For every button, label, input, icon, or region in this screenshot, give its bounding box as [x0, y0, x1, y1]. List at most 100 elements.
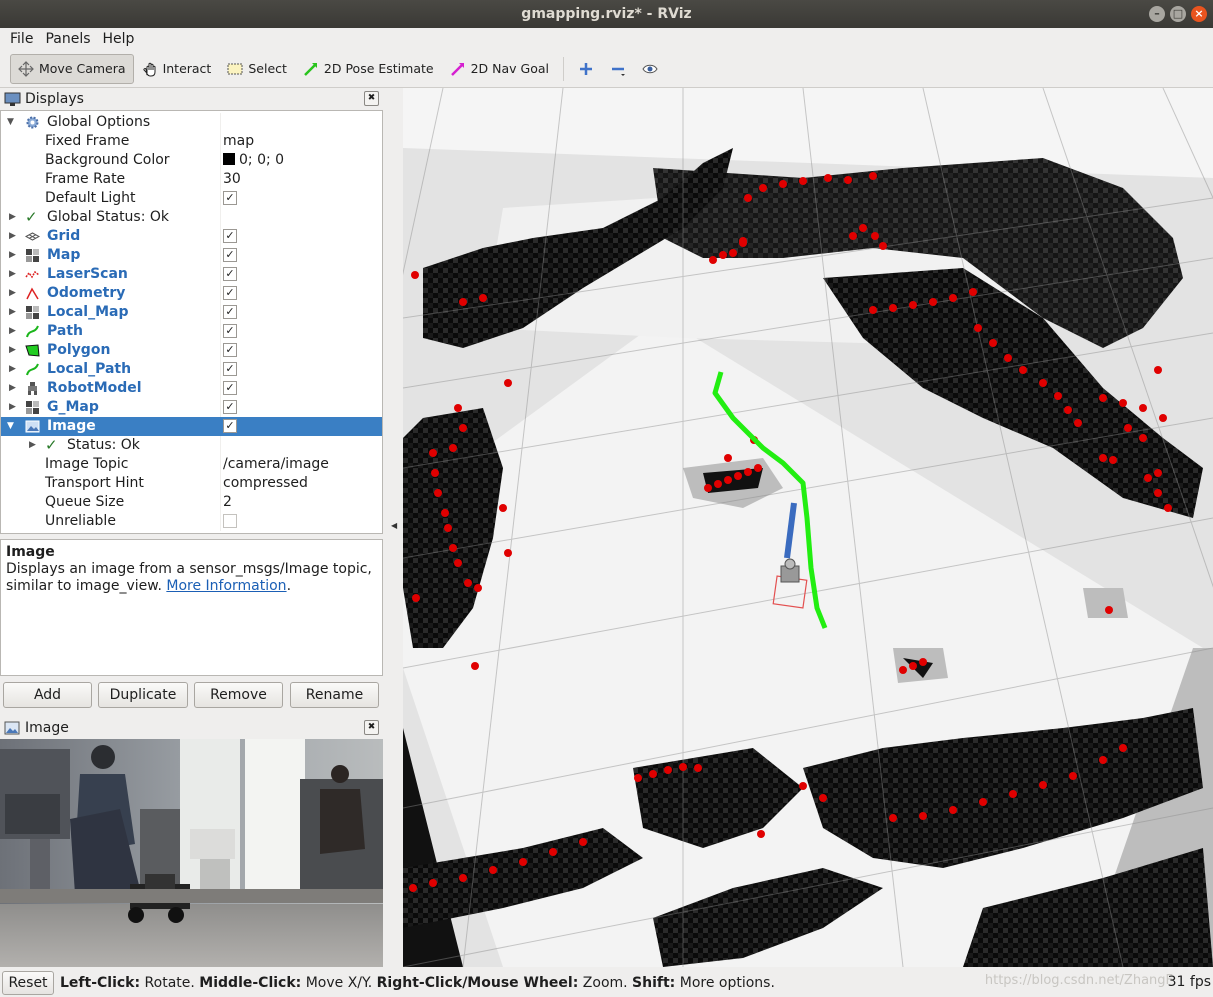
pose-estimate-tool[interactable]: 2D Pose Estimate	[295, 54, 442, 84]
hint-key: Middle-Click:	[199, 975, 302, 991]
tree-row-g-map[interactable]: ▶ G_Map ✓	[1, 398, 382, 417]
expand-arrow-icon[interactable]: ▶	[9, 360, 19, 379]
image-checkbox[interactable]: ✓	[223, 419, 237, 433]
interact-label: Interact	[162, 61, 212, 76]
expand-arrow-icon[interactable]: ▶	[9, 265, 19, 284]
tree-label: Frame Rate	[45, 171, 126, 187]
tree-row-local-path[interactable]: ▶ Local_Path ✓	[1, 360, 382, 379]
collapse-left-icon[interactable]: ◀	[391, 521, 397, 530]
move-camera-label: Move Camera	[39, 61, 126, 76]
expand-arrow-icon[interactable]: ▶	[9, 208, 19, 227]
tree-row-background-color[interactable]: Background Color 0; 0; 0	[1, 151, 382, 170]
odometry-icon	[25, 286, 40, 301]
grid-icon	[24, 229, 41, 244]
rename-button[interactable]: Rename	[290, 682, 379, 708]
toolbar-separator	[563, 56, 564, 81]
tree-row-map[interactable]: ▶ Map ✓	[1, 246, 382, 265]
robot-icon	[25, 381, 40, 396]
select-label: Select	[248, 61, 287, 76]
g-map-checkbox[interactable]: ✓	[223, 400, 237, 414]
background-color-value[interactable]: 0; 0; 0	[223, 151, 284, 170]
camera-image-view[interactable]	[0, 739, 383, 967]
add-button[interactable]: Add	[3, 682, 92, 708]
tree-row-polygon[interactable]: ▶ Polygon ✓	[1, 341, 382, 360]
grid-checkbox[interactable]: ✓	[223, 229, 237, 243]
tree-label: LaserScan	[47, 266, 128, 282]
tree-row-global-options[interactable]: ▼ Global Options	[1, 113, 382, 132]
expand-arrow-icon[interactable]: ▶	[9, 341, 19, 360]
render-viewport-3d[interactable]	[403, 88, 1213, 967]
menu-help[interactable]: Help	[97, 28, 141, 50]
expand-arrow-icon[interactable]: ▶	[9, 303, 19, 322]
fixed-frame-value[interactable]: map	[223, 132, 254, 151]
more-information-link[interactable]: More Information	[166, 578, 286, 594]
maximize-icon[interactable]: □	[1170, 6, 1186, 22]
local-map-checkbox[interactable]: ✓	[223, 305, 237, 319]
select-tool[interactable]: Select	[219, 54, 295, 84]
tree-row-queue-size[interactable]: Queue Size 2	[1, 493, 382, 512]
remove-button[interactable]: Remove	[194, 682, 283, 708]
view-tool-button[interactable]	[634, 54, 666, 84]
expand-arrow-icon[interactable]: ▶	[9, 398, 19, 417]
tree-row-laserscan[interactable]: ▶ LaserScan ✓	[1, 265, 382, 284]
tree-label: Image Topic	[45, 456, 129, 472]
display-buttons: Add Duplicate Remove Rename	[0, 681, 383, 709]
tree-label: Local_Path	[47, 361, 132, 377]
tree-label: Fixed Frame	[45, 133, 130, 149]
tree-row-image-topic[interactable]: Image Topic /camera/image	[1, 455, 382, 474]
panel-splitter[interactable]: ◀	[387, 88, 403, 967]
image-topic-value[interactable]: /camera/image	[223, 455, 329, 474]
collapse-arrow-icon[interactable]: ▼	[7, 113, 17, 132]
tree-row-image[interactable]: ▼ Image ✓	[1, 417, 382, 436]
frame-rate-value[interactable]: 30	[223, 170, 241, 189]
tree-row-transport-hint[interactable]: Transport Hint compressed	[1, 474, 382, 493]
queue-size-value[interactable]: 2	[223, 493, 232, 512]
nav-goal-tool[interactable]: 2D Nav Goal	[442, 54, 557, 84]
color-swatch	[223, 153, 235, 165]
displays-panel-header: Displays ✖	[0, 88, 383, 110]
panel-close-icon[interactable]: ✖	[364, 91, 379, 106]
expand-arrow-icon[interactable]: ▶	[9, 246, 19, 265]
menu-file[interactable]: File	[4, 28, 39, 50]
tree-row-default-light[interactable]: Default Light ✓	[1, 189, 382, 208]
tree-label: Map	[47, 247, 81, 263]
tree-row-grid[interactable]: ▶ Grid ✓	[1, 227, 382, 246]
tree-row-fixed-frame[interactable]: Fixed Frame map	[1, 132, 382, 151]
add-tool-button[interactable]	[570, 54, 602, 84]
map-checkbox[interactable]: ✓	[223, 248, 237, 262]
tree-row-image-status[interactable]: ▶ ✓ Status: Ok	[1, 436, 382, 455]
tree-row-robotmodel[interactable]: ▶ RobotModel ✓	[1, 379, 382, 398]
close-icon[interactable]: ×	[1191, 6, 1207, 22]
local-path-checkbox[interactable]: ✓	[223, 362, 237, 376]
expand-arrow-icon[interactable]: ▶	[9, 284, 19, 303]
minimize-icon[interactable]: –	[1149, 6, 1165, 22]
tree-label: Status: Ok	[67, 437, 140, 453]
tree-row-unreliable[interactable]: Unreliable	[1, 512, 382, 531]
reset-button[interactable]: Reset	[2, 971, 54, 995]
tree-row-local-map[interactable]: ▶ Local_Map ✓	[1, 303, 382, 322]
expand-arrow-icon[interactable]: ▶	[9, 322, 19, 341]
path-checkbox[interactable]: ✓	[223, 324, 237, 338]
menu-panels[interactable]: Panels	[39, 28, 96, 50]
expand-arrow-icon[interactable]: ▶	[9, 379, 19, 398]
move-camera-tool[interactable]: Move Camera	[10, 53, 134, 84]
robotmodel-checkbox[interactable]: ✓	[223, 381, 237, 395]
unreliable-checkbox[interactable]	[223, 514, 237, 528]
interact-tool[interactable]: Interact	[134, 54, 220, 84]
transport-hint-value[interactable]: compressed	[223, 474, 308, 493]
tree-row-frame-rate[interactable]: Frame Rate 30	[1, 170, 382, 189]
laserscan-checkbox[interactable]: ✓	[223, 267, 237, 281]
polygon-checkbox[interactable]: ✓	[223, 343, 237, 357]
expand-arrow-icon[interactable]: ▶	[29, 436, 39, 455]
remove-tool-button[interactable]	[602, 54, 634, 84]
tree-row-path[interactable]: ▶ Path ✓	[1, 322, 382, 341]
tree-label: Polygon	[47, 342, 111, 358]
tree-row-odometry[interactable]: ▶ Odometry ✓	[1, 284, 382, 303]
odometry-checkbox[interactable]: ✓	[223, 286, 237, 300]
collapse-arrow-icon[interactable]: ▼	[7, 417, 17, 436]
default-light-checkbox[interactable]: ✓	[223, 191, 237, 205]
tree-row-global-status[interactable]: ▶ ✓ Global Status: Ok	[1, 208, 382, 227]
duplicate-button[interactable]: Duplicate	[98, 682, 188, 708]
expand-arrow-icon[interactable]: ▶	[9, 227, 19, 246]
panel-close-icon[interactable]: ✖	[364, 720, 379, 735]
